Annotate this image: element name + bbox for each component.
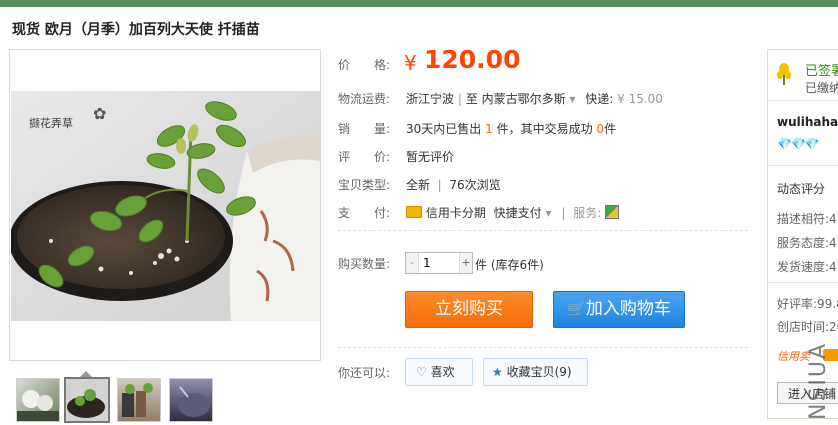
- credit-card-icon: [406, 206, 422, 218]
- payment-credit-installment[interactable]: 信用卡分期: [426, 206, 486, 220]
- deposit-paid: 已缴纳: [805, 81, 838, 95]
- item-type-value: 全新 | 76次浏览: [406, 176, 501, 193]
- svg-text:✿: ✿: [93, 104, 106, 123]
- rating-value: 暂无评价: [406, 150, 455, 164]
- cart-icon: 🛒: [567, 300, 586, 318]
- rating-label: 评 价:: [338, 150, 391, 164]
- shipping-value: 浙江宁波 | 至 内蒙古鄂尔多斯 ▾ 快递: ¥ 15.00: [406, 90, 663, 107]
- top-bar: [0, 0, 838, 7]
- rating-shipping-speed: 发货速度:4: [777, 260, 837, 274]
- add-to-cart-button[interactable]: 🛒加入购物车: [553, 291, 685, 328]
- quantity-stock: 件 (库存6件): [475, 256, 544, 273]
- quantity-input[interactable]: [420, 254, 464, 271]
- rating-description: 描述相符:4: [777, 212, 837, 226]
- sales-sold-count: 1: [485, 122, 493, 136]
- heart-icon: ♡: [416, 365, 427, 379]
- price-value: 120.00: [424, 45, 521, 74]
- payment-divider: |: [561, 206, 566, 220]
- star-icon: ★: [492, 365, 503, 379]
- page-title: 现货 欧月（月季）加百列大天使 扦插苗: [12, 22, 260, 38]
- like-label: 喜欢: [430, 365, 455, 379]
- sales-suffix: 件: [604, 122, 617, 136]
- chevron-down-icon[interactable]: ▾: [542, 206, 552, 220]
- quantity-label: 购买数量:: [338, 257, 391, 271]
- shipping-fee: ¥ 15.00: [617, 92, 663, 106]
- service-icon[interactable]: [605, 205, 620, 219]
- add-to-cart-label: 加入购物车: [585, 299, 671, 319]
- item-condition: 全新: [406, 178, 431, 192]
- product-photo: 撷花弄草 ✿: [11, 91, 320, 321]
- divider: [338, 347, 748, 348]
- thumbnail-4[interactable]: [169, 378, 213, 422]
- quantity-unit: 件: [475, 258, 488, 272]
- quantity-stepper: - +: [405, 252, 473, 274]
- thumbnail-1[interactable]: [16, 378, 60, 422]
- stock-count: (库存6件): [490, 258, 544, 272]
- shipping-from: 浙江宁波: [406, 92, 455, 106]
- divider: [338, 230, 748, 231]
- shipping-separator: 至: [465, 92, 478, 106]
- favorite-label: 收藏宝贝: [506, 365, 555, 379]
- dynamic-rating-title: 动态评分: [777, 182, 826, 196]
- item-type-divider: |: [433, 178, 446, 192]
- sales-label: 销 量:: [338, 122, 391, 136]
- favorite-count: (9): [554, 365, 572, 379]
- thumbnail-2[interactable]: [64, 377, 110, 423]
- main-product-image[interactable]: 撷花弄草 ✿: [9, 49, 321, 361]
- sales-value: 30天内已售出 1 件，其中交易成功 0件: [406, 120, 616, 137]
- payment-options: 信用卡分期 快捷支付 ▾ | 服务:: [406, 204, 620, 221]
- shipping-divider: |: [457, 92, 462, 106]
- thumbnail-3[interactable]: [117, 378, 161, 422]
- sales-success-count: 0: [596, 122, 605, 136]
- price-currency: ¥: [404, 51, 417, 75]
- watermark-text: NSIUA: [806, 341, 831, 420]
- quantity-increment-button[interactable]: +: [459, 253, 472, 273]
- service-label: 服务:: [573, 206, 602, 220]
- photo-watermark-text: 撷花弄草: [29, 116, 73, 130]
- item-views: 76次浏览: [449, 178, 501, 192]
- consumer-protection-title: 已签署: [805, 64, 838, 79]
- shipping-destination[interactable]: 内蒙古鄂尔多斯: [482, 92, 566, 106]
- quantity-decrement-button[interactable]: -: [406, 253, 419, 273]
- buy-now-button[interactable]: 立刻购买: [405, 291, 533, 328]
- rating-service: 服务态度:4: [777, 236, 837, 250]
- item-type-label: 宝贝类型:: [338, 178, 391, 192]
- payment-label: 支 付:: [338, 206, 391, 220]
- wheat-icon: [777, 63, 791, 85]
- price-label: 价 格:: [338, 58, 391, 72]
- shipping-label: 物流运费:: [338, 92, 391, 106]
- like-button[interactable]: ♡ 喜欢: [405, 358, 473, 386]
- chevron-down-icon[interactable]: ▾: [566, 92, 575, 106]
- payment-quick[interactable]: 快捷支付: [494, 206, 542, 220]
- extras-label: 你还可以:: [338, 366, 391, 380]
- seller-name[interactable]: wulihaha: [777, 115, 838, 129]
- sales-prefix: 30天内已售出: [406, 122, 482, 136]
- sales-mid: 件，其中交易成功: [496, 122, 593, 136]
- favorite-button[interactable]: ★ 收藏宝贝(9): [483, 358, 588, 386]
- shipping-method-label: 快递:: [585, 92, 614, 106]
- diamond-icon: 💎💎💎: [777, 137, 820, 151]
